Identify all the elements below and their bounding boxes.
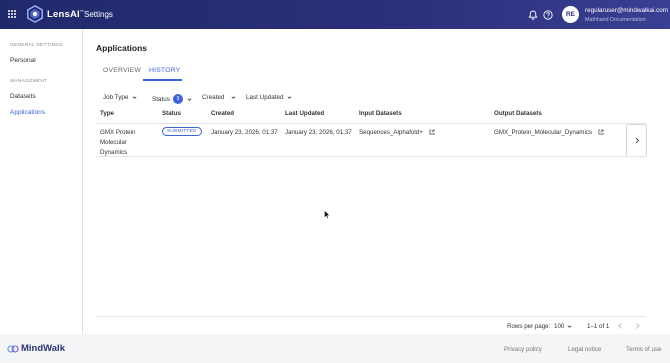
user-subtitle: Mathhand Documentation bbox=[585, 17, 646, 23]
lensai-logo-icon bbox=[27, 5, 43, 23]
app-title: Settings bbox=[84, 10, 113, 19]
table-cell-output-dataset[interactable]: GMX_Protein_Molecular_Dynamics bbox=[494, 128, 604, 138]
mindwalk-brand: MindWalk bbox=[21, 343, 65, 354]
sidebar-item-datasets[interactable]: Datasets bbox=[10, 93, 36, 100]
tab-history[interactable]: HISTORY bbox=[149, 67, 180, 74]
mouse-cursor-icon bbox=[324, 210, 330, 219]
filter-created-label: Created bbox=[202, 94, 225, 101]
tab-overview[interactable]: OVERVIEW bbox=[103, 67, 141, 74]
top-bar: LensAI™ Settings RE regularuser@mindwalk… bbox=[0, 0, 670, 29]
user-email: regularuser@mindwalkai.com bbox=[585, 7, 669, 14]
rows-per-page-select[interactable]: 100 bbox=[554, 323, 572, 330]
sidebar-item-applications[interactable]: Applications bbox=[10, 109, 45, 116]
sidebar-item-personal[interactable]: Personal bbox=[10, 57, 36, 64]
column-header-last-updated: Last Updated bbox=[285, 110, 325, 117]
terms-of-use-link[interactable]: Terms of use bbox=[626, 346, 661, 353]
chevron-right-icon bbox=[635, 137, 639, 144]
chevron-down-icon bbox=[132, 96, 137, 99]
page-title: Applications bbox=[96, 43, 148, 53]
footer: MindWalk Privacy policy Legal notice Ter… bbox=[0, 334, 670, 363]
output-dataset-link[interactable]: GMX_Protein_Molecular_Dynamics bbox=[494, 129, 592, 136]
sidebar: GENERAL SETTINGS Personal MANAGEMENT Dat… bbox=[0, 29, 83, 334]
user-avatar[interactable]: RE bbox=[562, 6, 579, 23]
apps-grid-icon[interactable] bbox=[8, 10, 16, 18]
chevron-down-icon bbox=[567, 325, 572, 328]
help-icon[interactable] bbox=[543, 10, 553, 20]
chevron-down-icon bbox=[231, 96, 236, 99]
pagination-divider bbox=[96, 316, 646, 317]
logo-text: LensAI™ bbox=[47, 9, 85, 21]
pagination-range: 1–1 of 1 bbox=[587, 323, 610, 330]
filter-last-updated-label: Last Updated bbox=[246, 94, 284, 101]
filter-status-count-badge: 3 bbox=[172, 94, 183, 104]
filter-job-type-label: Job Type bbox=[103, 94, 129, 101]
sidebar-section-management: MANAGEMENT bbox=[10, 79, 48, 84]
external-link-icon[interactable] bbox=[598, 129, 604, 135]
input-dataset-link[interactable]: Sequences_Alphafold+ bbox=[359, 129, 423, 136]
rows-per-page-label: Rows per page: bbox=[507, 323, 551, 330]
column-header-status: Status bbox=[162, 110, 181, 117]
active-tab-indicator bbox=[143, 79, 182, 81]
type-line: GMX Protein bbox=[100, 129, 136, 136]
table-row-divider bbox=[96, 156, 646, 157]
column-header-input-datasets: Input Datasets bbox=[359, 110, 402, 117]
rows-per-page-value: 100 bbox=[554, 323, 565, 330]
filter-status[interactable]: Status 3 bbox=[152, 94, 192, 104]
sidebar-section-general: GENERAL SETTINGS bbox=[10, 43, 63, 48]
filter-last-updated[interactable]: Last Updated bbox=[246, 94, 292, 101]
chevron-down-icon bbox=[187, 97, 192, 101]
legal-notice-link[interactable]: Legal notice bbox=[568, 346, 601, 353]
status-badge: SUBMITTED bbox=[162, 127, 202, 136]
privacy-policy-link[interactable]: Privacy policy bbox=[504, 346, 542, 353]
mindwalk-logo-icon bbox=[7, 345, 19, 353]
filter-job-type[interactable]: Job Type bbox=[103, 94, 137, 101]
table-cell-last-updated: January 23, 2026, 01:37 bbox=[285, 129, 352, 136]
type-line: Molecular bbox=[100, 139, 127, 146]
previous-page-icon[interactable] bbox=[617, 322, 624, 330]
filter-created[interactable]: Created bbox=[202, 94, 236, 101]
column-header-created: Created bbox=[211, 110, 235, 117]
filter-status-label: Status bbox=[152, 95, 170, 103]
column-header-output-datasets: Output Datasets bbox=[494, 110, 542, 117]
table-header-divider bbox=[96, 123, 646, 124]
table-cell-input-dataset[interactable]: Sequences_Alphafold+ bbox=[359, 128, 435, 138]
table-cell-type: GMX Protein Molecular Dynamics bbox=[100, 128, 135, 158]
table-cell-created: January 23, 2026, 01:37 bbox=[211, 129, 278, 136]
external-link-icon[interactable] bbox=[429, 129, 435, 135]
chevron-down-icon bbox=[288, 96, 292, 99]
notifications-bell-icon[interactable] bbox=[528, 10, 538, 20]
column-header-type: Type bbox=[100, 110, 114, 117]
row-expand-button[interactable] bbox=[626, 124, 647, 157]
next-page-icon[interactable] bbox=[634, 322, 641, 330]
